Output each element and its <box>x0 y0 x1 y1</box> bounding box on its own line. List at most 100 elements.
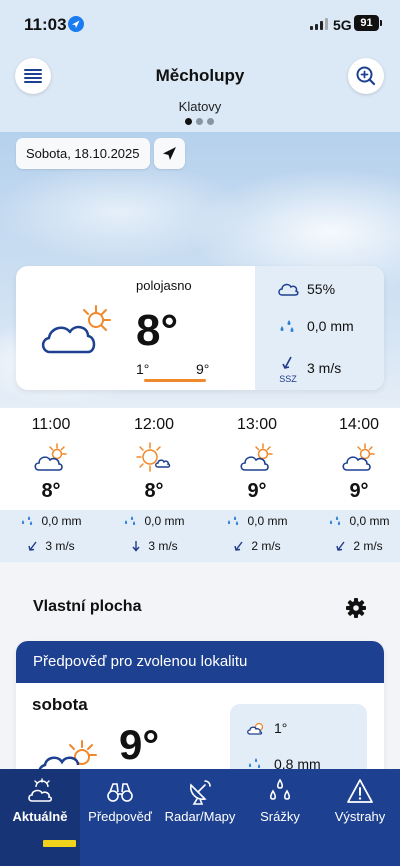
hour-rain: 0,0 mm <box>109 514 199 528</box>
hour-temperature: 8° <box>41 480 61 502</box>
location-arrow-icon <box>68 16 84 32</box>
hour-rain-value: 0,0 mm <box>247 514 288 528</box>
hour-wind: 3 m/s <box>6 539 96 553</box>
hour-rain: 0,0 mm <box>212 514 302 528</box>
wind-arrow-icon <box>336 541 345 551</box>
partly-cloudy-icon <box>342 443 375 471</box>
tab-label: Výstrahy <box>334 809 386 824</box>
hour-time: 11:00 <box>31 416 71 433</box>
hour-wind-value: 3 m/s <box>148 539 178 553</box>
forecast-temperature: 9° <box>119 721 160 768</box>
hour-rain: 0,0 mm <box>6 514 96 528</box>
raindrops-icon <box>330 516 341 525</box>
partly-cloudy-small-icon <box>247 722 264 735</box>
partly-cloudy-icon <box>41 305 111 354</box>
tab-aktualne[interactable]: Aktuálně <box>0 769 80 866</box>
wind-arrow-icon <box>28 541 37 551</box>
section-title: Vlastní plocha <box>33 598 142 615</box>
binoculars-icon <box>107 783 133 802</box>
cloudiness-value: 55% <box>307 281 336 297</box>
hour-temperature: 9° <box>247 480 267 502</box>
settings-button[interactable] <box>345 597 367 619</box>
hourly-forecast[interactable]: 11:00 8° 0,0 mm 3 m/s 12:00 8° 0,0 mm 3 … <box>0 408 400 562</box>
status-time: 11:03 <box>24 15 67 34</box>
raindrops-icon <box>280 320 294 332</box>
condition-label: polojasno <box>136 278 192 293</box>
hour-rain-value: 0,0 mm <box>349 514 390 528</box>
hour-temperature: 9° <box>349 480 369 502</box>
tab-label: Srážky <box>260 809 300 824</box>
wind-direction-icon <box>282 356 292 369</box>
page-title: Měcholupy <box>155 66 245 85</box>
radar-dish-icon <box>190 780 211 805</box>
cloud-icon <box>278 283 299 296</box>
wind-arrow-icon <box>234 541 243 551</box>
tab-srazky[interactable]: Srážky <box>240 769 320 866</box>
cloudiness-row: 55% <box>277 281 335 297</box>
hour-wind-value: 2 m/s <box>353 539 383 553</box>
tab-label: Radar/Mapy <box>164 809 236 824</box>
forecast-card-header: Předpověď pro zvolenou lokalitu <box>16 641 384 683</box>
hour-wind: 2 m/s <box>314 539 400 553</box>
partly-cloudy-icon <box>34 443 67 471</box>
hour-wind-value: 2 m/s <box>251 539 281 553</box>
forecast-min-value: 1° <box>274 720 288 736</box>
sun-cloud-icon <box>28 778 53 802</box>
tab-label: Aktuálně <box>12 809 68 824</box>
hour-item[interactable]: 12:00 8° 0,0 mm 3 m/s <box>109 408 199 562</box>
raindrops-icon <box>125 516 136 525</box>
tab-bar: Aktuálně Předpověď Radar/Mapy Srážky Výs… <box>0 769 400 866</box>
region-label: Klatovy <box>178 99 222 114</box>
battery-icon: 91 <box>354 15 379 31</box>
hour-item[interactable]: 11:00 8° 0,0 mm 3 m/s <box>6 408 96 562</box>
forecast-day: sobota <box>32 695 88 714</box>
max-temperature: 9° <box>196 361 210 377</box>
wind-arrow-icon <box>132 541 140 552</box>
wind-speed-value: 3 m/s <box>307 360 342 376</box>
date-chip[interactable]: Sobota, 18.10.2025 <box>16 138 150 169</box>
current-details-panel: 55% 0,0 mm SSZ 3 m/s <box>255 266 384 390</box>
hour-time: 12:00 <box>133 416 175 433</box>
tab-predpoved[interactable]: Předpověď <box>80 769 160 866</box>
navigation-arrow-icon <box>163 147 176 160</box>
precipitation-value: 0,0 mm <box>307 318 354 334</box>
min-temperature: 1° <box>136 361 150 377</box>
network-label: 5G <box>333 17 352 33</box>
warning-icon <box>347 779 373 803</box>
hour-item[interactable]: 14:00 9° 0,0 mm 2 m/s <box>314 408 400 562</box>
sponsor-badge <box>43 840 76 847</box>
tab-label: Předpověď <box>88 809 152 824</box>
page-indicator[interactable] <box>185 118 214 125</box>
hour-rain-value: 0,0 mm <box>41 514 82 528</box>
hour-time: 13:00 <box>236 416 278 433</box>
raindrops-icon <box>269 778 291 800</box>
zoom-search-icon <box>356 66 376 86</box>
battery-tip <box>380 20 382 26</box>
signal-icon <box>310 18 328 30</box>
partly-cloudy-icon <box>240 443 273 471</box>
tab-radar-mapy[interactable]: Radar/Mapy <box>160 769 240 866</box>
hour-time: 14:00 <box>338 416 380 433</box>
hour-rain-value: 0,0 mm <box>144 514 185 528</box>
header: Měcholupy Klatovy <box>0 50 400 132</box>
tab-vystrahy[interactable]: Výstrahy <box>320 769 400 866</box>
search-button[interactable] <box>348 58 384 94</box>
precipitation-row: 0,0 mm <box>277 318 354 334</box>
hour-wind: 2 m/s <box>212 539 302 553</box>
raindrops-icon <box>228 516 239 525</box>
hour-rain: 0,0 mm <box>314 514 400 528</box>
gear-icon <box>346 598 366 618</box>
raindrops-icon <box>22 516 33 525</box>
current-temperature: 8° <box>136 306 179 355</box>
hour-item[interactable]: 13:00 9° 0,0 mm 2 m/s <box>212 408 302 562</box>
hour-wind: 3 m/s <box>109 539 199 553</box>
navigate-button[interactable] <box>154 138 185 169</box>
mostly-sunny-icon <box>136 442 171 472</box>
hour-temperature: 8° <box>144 480 164 502</box>
current-weather-card: polojasno 8° 1° 9° 55% 0,0 mm SSZ 3 m/s <box>16 266 384 390</box>
hour-wind-value: 3 m/s <box>45 539 75 553</box>
forecast-min-row: 1° <box>246 720 287 736</box>
status-bar: 11:03 5G 91 <box>0 0 400 50</box>
temperature-range-bar <box>144 379 206 382</box>
wind-direction-label: SSZ <box>279 374 297 384</box>
